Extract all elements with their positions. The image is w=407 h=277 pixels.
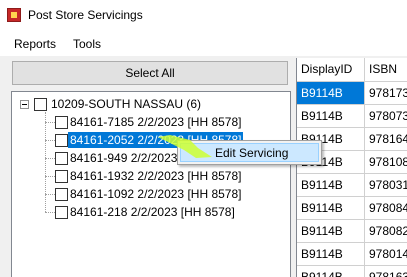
highlighter-mark [158,135,212,158]
highlighter-stroke [158,135,212,158]
